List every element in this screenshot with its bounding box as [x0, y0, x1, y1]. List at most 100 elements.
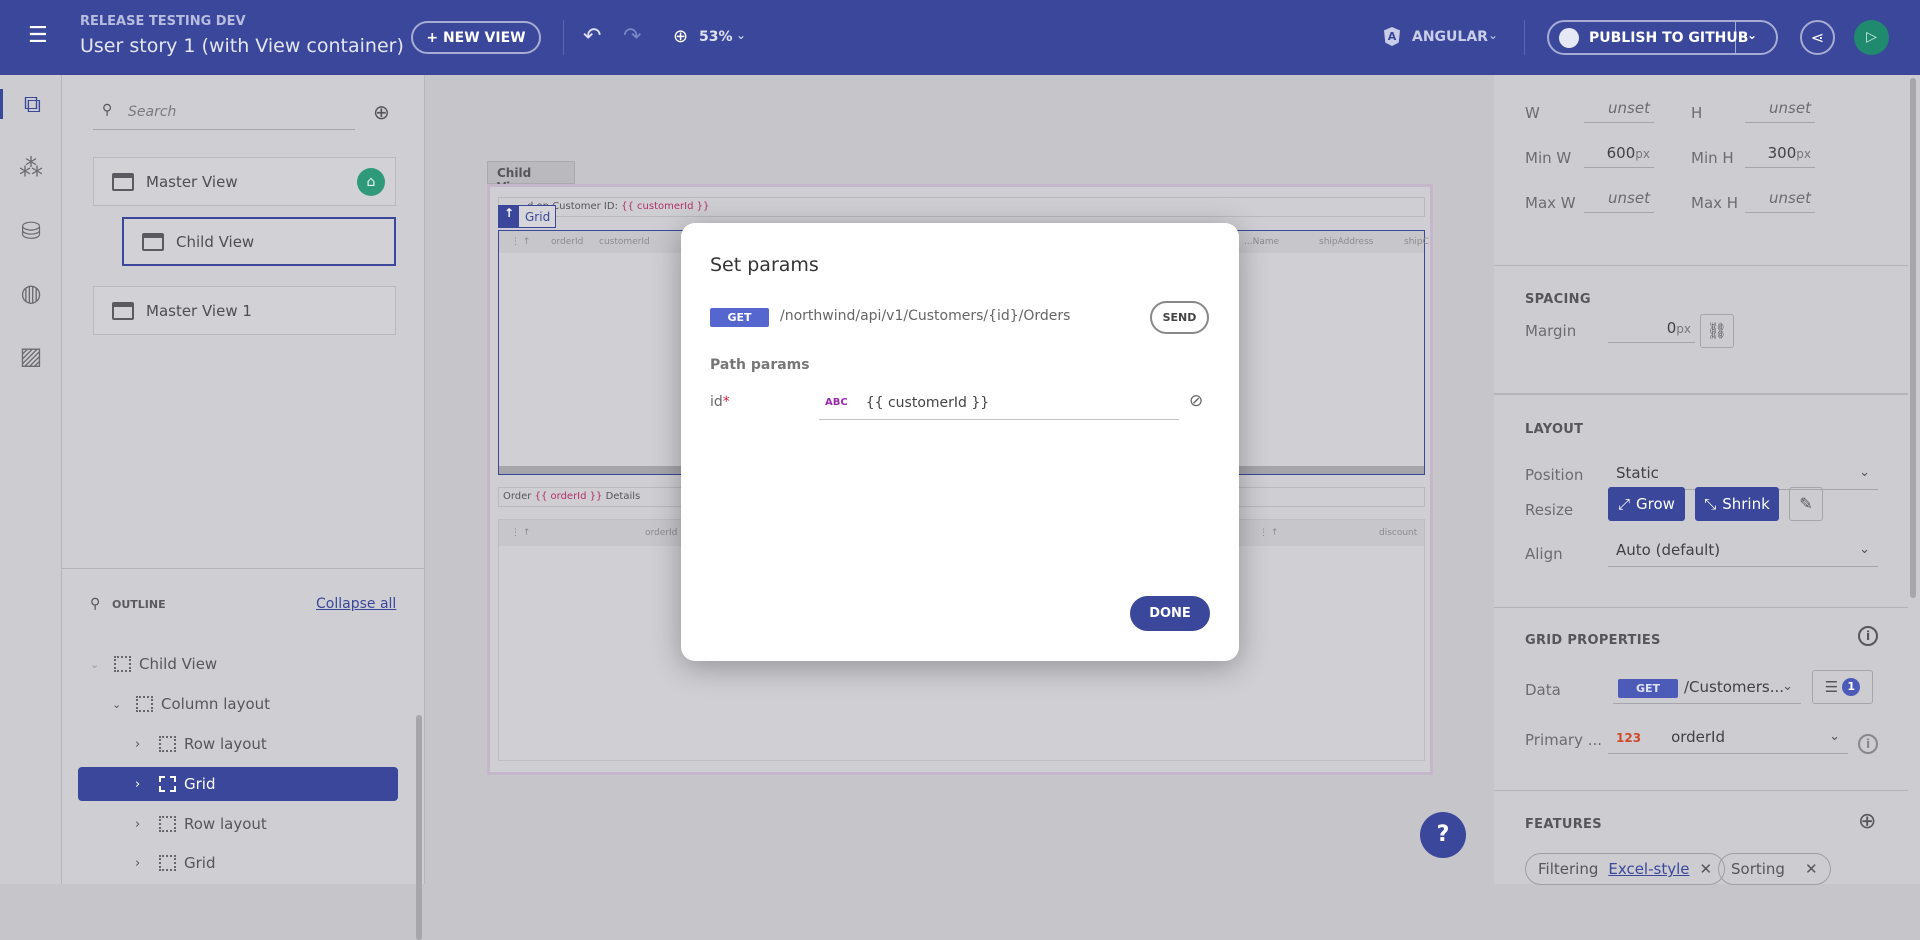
- feature-chip-filtering[interactable]: Filtering Excel-style ✕: [1525, 853, 1726, 885]
- primary-key-select[interactable]: 123 orderId ⌄: [1608, 722, 1848, 754]
- min-height-input[interactable]: 300px: [1745, 140, 1815, 168]
- align-label: Align: [1525, 545, 1563, 563]
- view-label: Master View: [146, 172, 238, 191]
- framework-select[interactable]: ANGULAR: [1412, 29, 1488, 45]
- chevron-down-icon[interactable]: ⌄: [112, 698, 136, 711]
- publish-button[interactable]: PUBLISH TO GITHUB ⌄: [1547, 20, 1778, 55]
- tree-item-grid[interactable]: › Grid: [78, 846, 398, 880]
- edit-icon[interactable]: ✎: [1789, 487, 1823, 521]
- views-panel: ⚲ Search ⊕ Master View ⌂ Child View Mast…: [62, 75, 425, 940]
- redo-icon[interactable]: ↷: [623, 24, 641, 49]
- grow-button[interactable]: ⤢ Grow: [1608, 487, 1685, 521]
- chevron-down-icon[interactable]: ⌄: [90, 658, 114, 671]
- width-input[interactable]: unset: [1584, 95, 1654, 123]
- view-item-child-view[interactable]: Child View: [122, 217, 396, 266]
- divider: [1494, 790, 1908, 791]
- number-type-icon: 123: [1616, 731, 1642, 745]
- spacing-heading: SPACING: [1525, 292, 1591, 307]
- info-icon[interactable]: i: [1858, 626, 1878, 646]
- info-icon[interactable]: i: [1858, 734, 1878, 754]
- new-view-button[interactable]: + NEW VIEW: [411, 21, 541, 54]
- align-select[interactable]: Auto (default) ⌄: [1608, 535, 1878, 567]
- unlink-icon[interactable]: ⛓: [1700, 314, 1734, 348]
- h-label: H: [1691, 104, 1703, 122]
- arrow-up-icon[interactable]: ↑: [499, 206, 519, 227]
- tree-item-grid[interactable]: › Grid: [78, 767, 398, 801]
- path-params-heading: Path params: [710, 357, 810, 373]
- data-label: Data: [1525, 681, 1561, 699]
- chevron-down-icon[interactable]: ⌄: [1747, 28, 1757, 42]
- view-item-master-view-1[interactable]: Master View 1: [93, 286, 396, 335]
- chevron-down-icon[interactable]: ⌄: [1488, 28, 1498, 42]
- close-icon[interactable]: ✕: [1699, 860, 1712, 878]
- tree-label: Row layout: [184, 815, 267, 833]
- done-button[interactable]: DONE: [1130, 596, 1210, 631]
- method-badge: GET: [1618, 679, 1678, 698]
- zoom-level[interactable]: 53%: [699, 29, 733, 45]
- filter-mode-link[interactable]: Excel-style: [1608, 860, 1689, 878]
- tree-item-row-layout[interactable]: › Row layout: [78, 807, 398, 841]
- shrink-button[interactable]: ⤡ Shrink: [1695, 487, 1779, 521]
- layout-icon: [114, 656, 131, 672]
- grid-badge[interactable]: ↑ Grid: [498, 205, 556, 228]
- assets-icon[interactable]: ▨: [16, 341, 46, 371]
- add-feature-icon[interactable]: ⊕: [1858, 811, 1876, 833]
- tree-label: Column layout: [161, 695, 271, 713]
- tree-label: Child View: [139, 655, 218, 673]
- unbind-icon[interactable]: ⊘: [1189, 391, 1203, 411]
- palette-icon[interactable]: ◍: [16, 278, 46, 308]
- collapse-icon: ⤡: [1704, 495, 1717, 513]
- layout-icon: [136, 696, 153, 712]
- feature-chip-sorting[interactable]: Sorting ✕: [1718, 853, 1831, 885]
- tree-item-row-layout[interactable]: › Row layout: [78, 727, 398, 761]
- scrollbar[interactable]: [1910, 78, 1916, 598]
- add-view-icon[interactable]: ⊕: [373, 100, 390, 124]
- outline-heading: OUTLINE: [112, 598, 166, 611]
- github-icon: [1559, 27, 1579, 48]
- sliders-icon: ☰: [1824, 678, 1839, 696]
- chevron-right-icon[interactable]: ›: [135, 737, 159, 752]
- send-button[interactable]: SEND: [1150, 301, 1209, 334]
- search-icon[interactable]: ⚲: [90, 596, 100, 612]
- max-height-input[interactable]: unset: [1745, 185, 1815, 213]
- view-item-master-view[interactable]: Master View ⌂: [93, 157, 396, 206]
- tree-item-child-view[interactable]: ⌄ Child View: [78, 647, 398, 681]
- menu-icon[interactable]: ☰: [28, 25, 48, 47]
- views-icon[interactable]: ⧉: [0, 89, 62, 119]
- zoom-icon[interactable]: ⊕: [673, 26, 688, 47]
- window-icon: [112, 301, 134, 320]
- chevron-right-icon[interactable]: ›: [135, 856, 159, 871]
- window-icon: [112, 172, 134, 191]
- chevron-down-icon[interactable]: ⌄: [736, 28, 746, 42]
- header-text[interactable]: d on Customer ID: {{ customerId }}: [498, 197, 1425, 217]
- database-icon[interactable]: ⛁: [16, 216, 46, 246]
- param-value-input[interactable]: ABC{{ customerId }}: [819, 386, 1179, 420]
- search-input[interactable]: Search: [93, 97, 355, 130]
- components-icon[interactable]: ⁂: [16, 153, 46, 183]
- max-w-label: Max W: [1525, 194, 1576, 212]
- chevron-right-icon[interactable]: ›: [135, 817, 159, 832]
- features-heading: FEATURES: [1525, 817, 1602, 832]
- undo-icon[interactable]: ↶: [583, 24, 601, 49]
- project-name: RELEASE TESTING DEV: [80, 14, 246, 29]
- min-width-input[interactable]: 600px: [1584, 140, 1654, 168]
- margin-input[interactable]: 0px: [1608, 315, 1695, 343]
- position-select[interactable]: Static ⌄: [1608, 458, 1878, 490]
- max-width-input[interactable]: unset: [1584, 185, 1654, 213]
- tree-item-column-layout[interactable]: ⌄ Column layout: [78, 687, 398, 721]
- height-input[interactable]: unset: [1745, 95, 1815, 123]
- chevron-right-icon[interactable]: ›: [135, 777, 159, 792]
- divider: [563, 20, 564, 55]
- params-button[interactable]: ☰ 1: [1812, 670, 1873, 704]
- min-w-label: Min W: [1525, 149, 1572, 167]
- primary-key-label: Primary ...: [1525, 731, 1603, 749]
- view-tab[interactable]: Child View: [487, 161, 575, 194]
- collapse-all-link[interactable]: Collapse all: [316, 596, 396, 612]
- share-icon[interactable]: ⋖: [1800, 20, 1835, 55]
- close-icon[interactable]: ✕: [1805, 860, 1818, 878]
- scrollbar[interactable]: [416, 715, 422, 940]
- data-source-select[interactable]: GET/Customers... ⌄: [1613, 672, 1801, 704]
- help-button[interactable]: ?: [1420, 812, 1466, 858]
- play-icon[interactable]: ▷: [1854, 20, 1889, 55]
- resize-label: Resize: [1525, 501, 1574, 519]
